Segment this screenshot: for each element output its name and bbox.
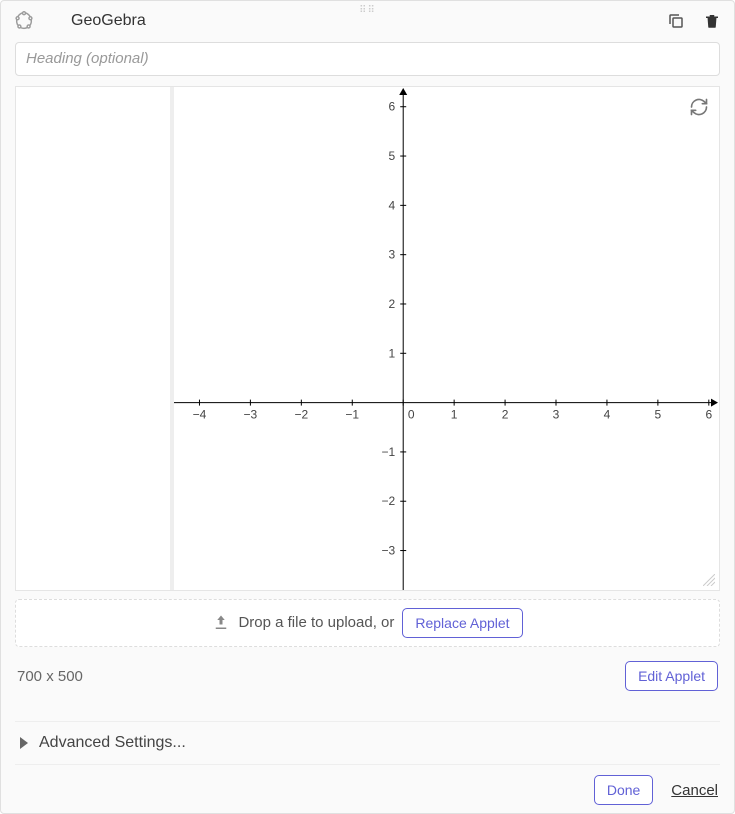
- svg-text:3: 3: [389, 247, 396, 261]
- edit-applet-button[interactable]: Edit Applet: [625, 661, 718, 691]
- done-button[interactable]: Done: [594, 775, 653, 805]
- svg-text:2: 2: [502, 407, 509, 421]
- applet-area: −4 −3 −2 −1 0 1 2 3 4 5 6 −3 −2 −1 1 2 3 4 5 6: [15, 86, 720, 591]
- trash-icon[interactable]: [702, 11, 722, 31]
- cancel-button[interactable]: Cancel: [671, 782, 718, 799]
- upload-icon: [212, 614, 230, 632]
- upload-dropzone[interactable]: Drop a file to upload, or Replace Applet: [15, 599, 720, 647]
- svg-text:1: 1: [451, 407, 458, 421]
- svg-text:5: 5: [389, 149, 396, 163]
- svg-text:−2: −2: [382, 494, 396, 508]
- svg-text:3: 3: [553, 407, 560, 421]
- resize-handle-icon[interactable]: [703, 574, 715, 586]
- svg-text:0: 0: [408, 407, 415, 421]
- svg-text:−3: −3: [382, 543, 396, 557]
- dimensions-label: 700 x 500: [17, 668, 83, 685]
- svg-text:−4: −4: [193, 407, 207, 421]
- refresh-icon[interactable]: [689, 97, 709, 117]
- drag-handle-icon[interactable]: ⠿⠿: [359, 5, 376, 16]
- algebra-pane[interactable]: [16, 87, 174, 590]
- svg-text:6: 6: [705, 407, 712, 421]
- svg-text:4: 4: [389, 198, 396, 212]
- widget-header: GeoGebra ⠿⠿: [1, 1, 734, 42]
- svg-text:−1: −1: [382, 445, 396, 459]
- upload-prompt: Drop a file to upload, or: [238, 614, 394, 631]
- svg-text:−1: −1: [345, 407, 359, 421]
- heading-field: [15, 42, 720, 76]
- replace-applet-button[interactable]: Replace Applet: [402, 608, 522, 638]
- geogebra-widget: GeoGebra ⠿⠿ −4 −3 −2 −1 0 1 2 3 4 5 6 −3 −2 −1 1 2 3 4 5 6: [0, 0, 735, 814]
- advanced-settings-label: Advanced Settings...: [39, 734, 186, 752]
- svg-text:6: 6: [389, 99, 396, 113]
- geogebra-logo-icon: [13, 10, 35, 32]
- footer-actions: Done Cancel: [17, 775, 718, 805]
- copy-icon[interactable]: [666, 11, 686, 31]
- svg-text:2: 2: [389, 297, 396, 311]
- graphics-pane[interactable]: −4 −3 −2 −1 0 1 2 3 4 5 6 −3 −2 −1 1 2 3 4 5 6: [174, 87, 719, 590]
- heading-input[interactable]: [15, 42, 720, 76]
- svg-text:1: 1: [389, 346, 396, 360]
- advanced-settings-toggle[interactable]: Advanced Settings...: [15, 721, 720, 765]
- svg-text:4: 4: [604, 407, 611, 421]
- svg-text:5: 5: [655, 407, 662, 421]
- svg-text:−3: −3: [244, 407, 258, 421]
- svg-text:−2: −2: [294, 407, 308, 421]
- dimensions-row: 700 x 500 Edit Applet: [17, 661, 718, 691]
- chevron-right-icon: [19, 737, 29, 749]
